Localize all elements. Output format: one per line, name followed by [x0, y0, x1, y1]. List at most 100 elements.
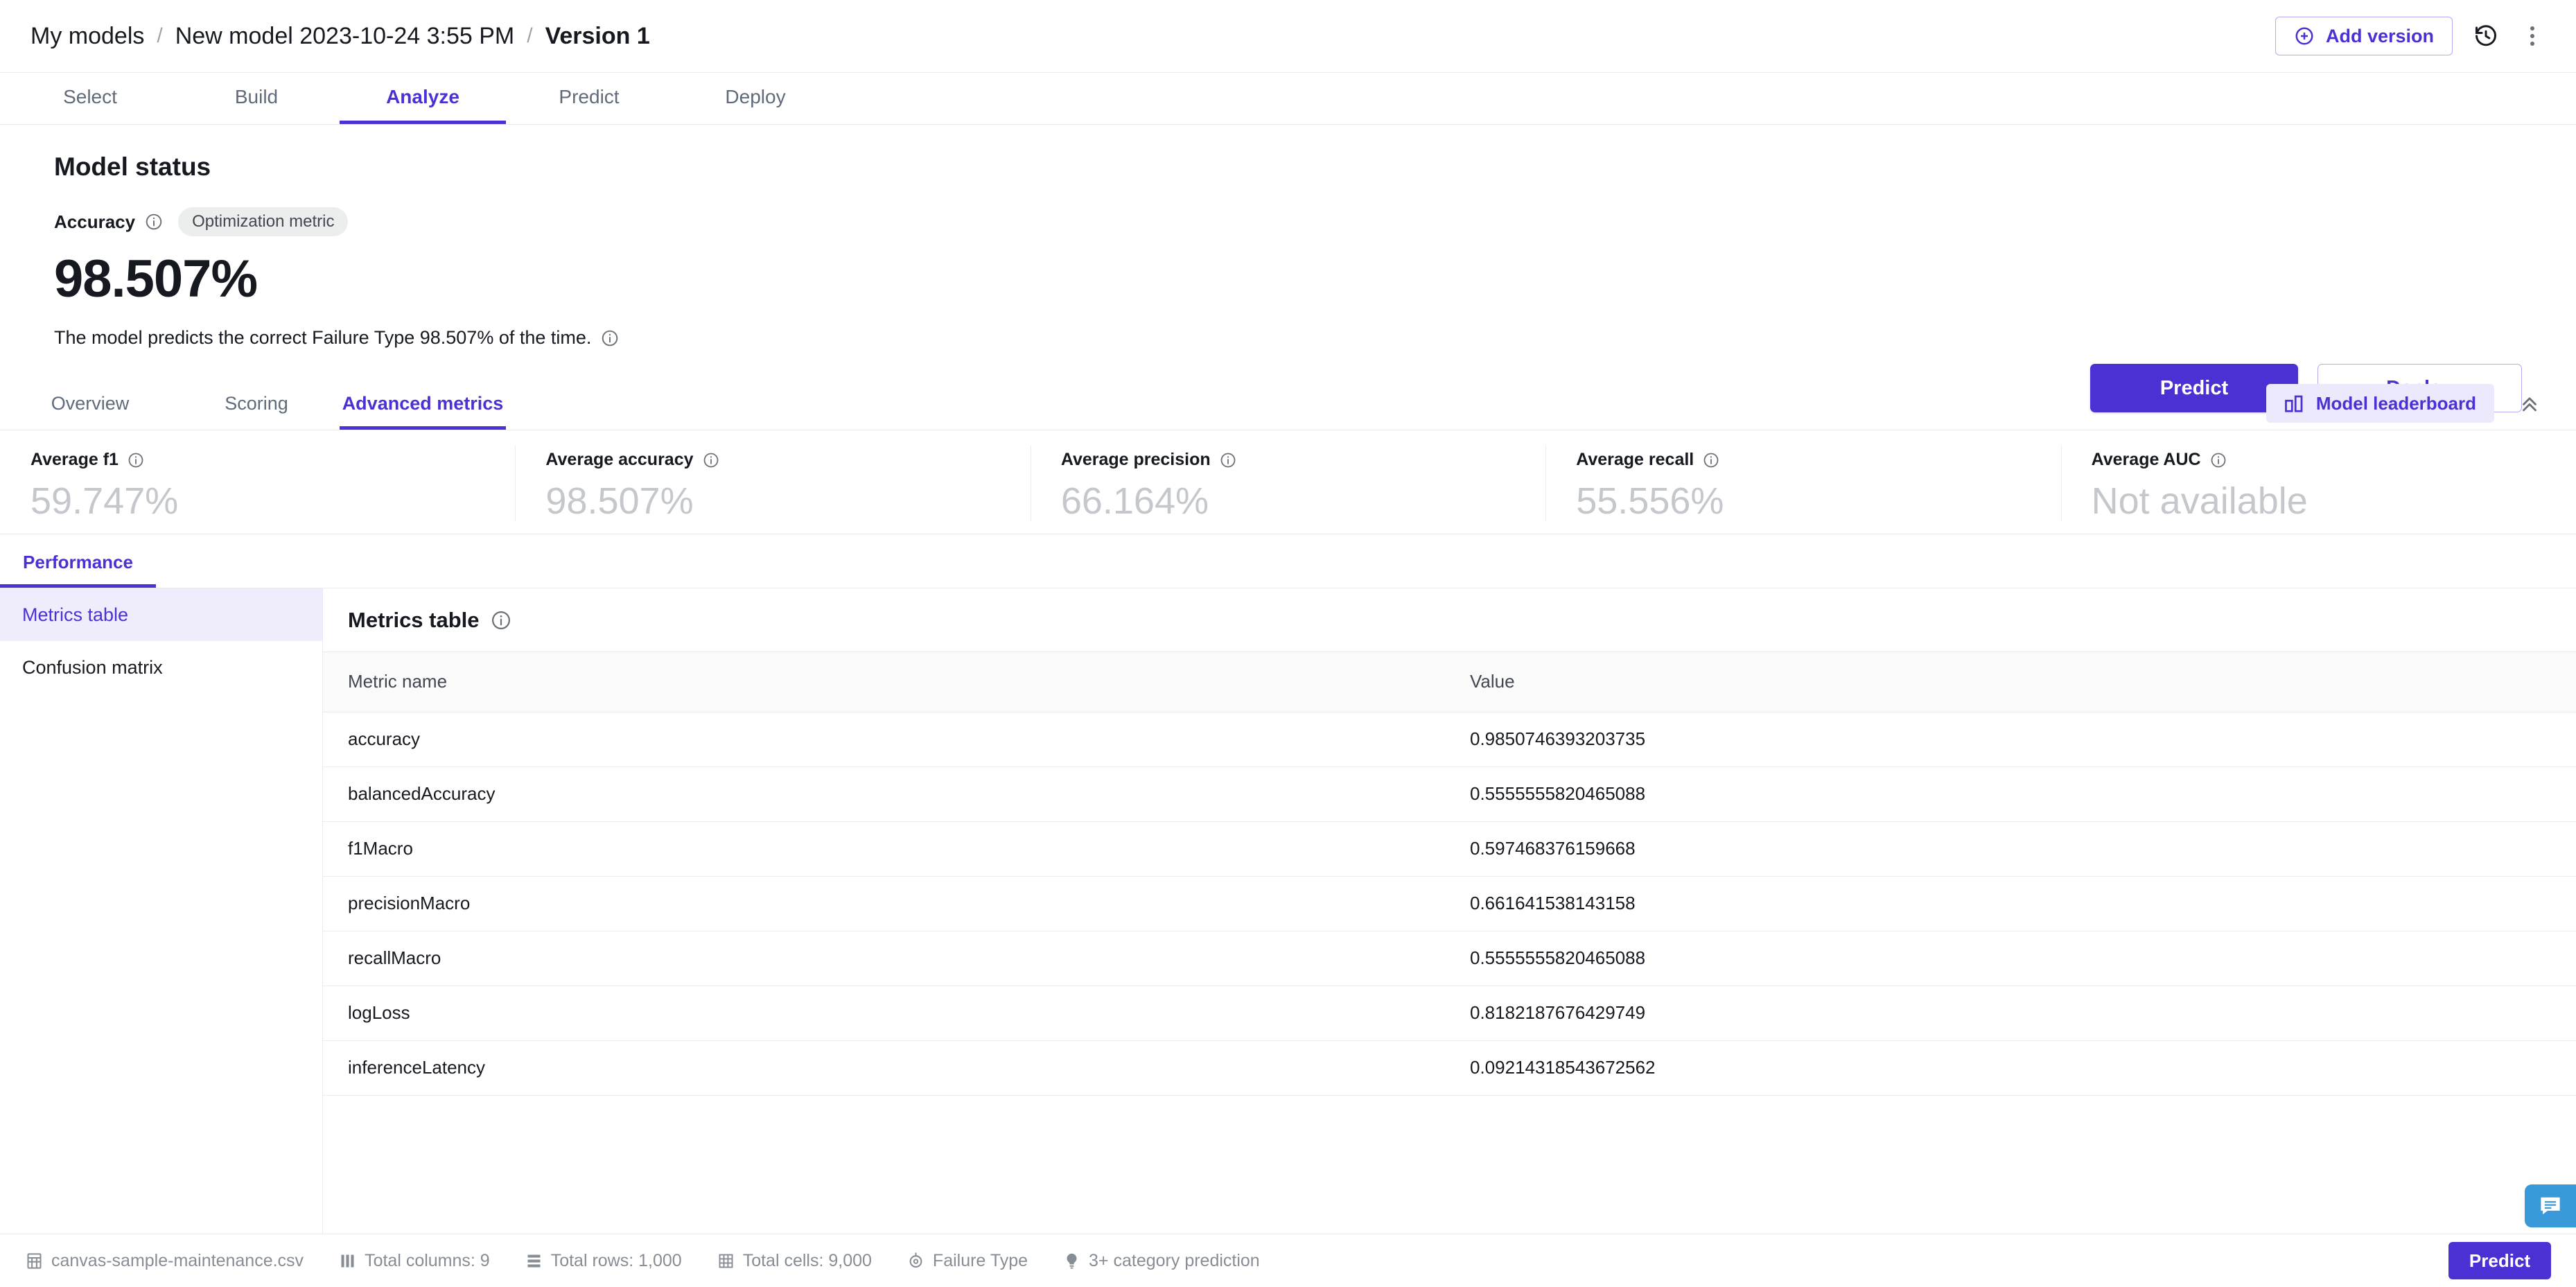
- tab-select[interactable]: Select: [7, 86, 173, 124]
- column-header-value[interactable]: Value: [1470, 652, 2576, 712]
- table-row: f1Macro 0.597468376159668: [323, 821, 2576, 877]
- canvas-model-analyze-page: My models / New model 2023-10-24 3:55 PM…: [0, 0, 2576, 1287]
- bulb-icon: [1062, 1252, 1081, 1270]
- table-row: logLoss 0.8182187676429749: [323, 986, 2576, 1041]
- chat-widget-button[interactable]: [2525, 1184, 2576, 1227]
- tab-deploy[interactable]: Deploy: [672, 86, 839, 124]
- metric-card-label: Average recall: [1576, 450, 1694, 469]
- table-row: inferenceLatency 0.09214318543672562: [323, 1040, 2576, 1096]
- chat-icon: [2541, 1197, 2560, 1215]
- optimization-metric-badge: Optimization metric: [178, 207, 349, 236]
- metrics-table: Metric name Value accuracy 0.98507463932…: [323, 652, 2576, 1096]
- status-dataset-label: canvas-sample-maintenance.csv: [51, 1250, 304, 1270]
- double-chevron-up-icon[interactable]: [2518, 392, 2541, 415]
- rows-icon: [525, 1252, 543, 1270]
- metric-card-label: Average f1: [30, 450, 119, 469]
- table-row: accuracy 0.9850746393203735: [323, 712, 2576, 767]
- info-icon[interactable]: [2210, 452, 2227, 469]
- cell-metric-name: logLoss: [323, 986, 1470, 1041]
- main-tab-bar: Select Build Analyze Predict Deploy: [0, 73, 2576, 125]
- status-cells-label: Total cells: 9,000: [742, 1250, 872, 1270]
- add-version-button[interactable]: Add version: [2275, 17, 2453, 55]
- status-bar: canvas-sample-maintenance.csv Total colu…: [0, 1234, 2576, 1287]
- kebab-menu-icon[interactable]: [2519, 23, 2546, 49]
- performance-tab-bar: Performance: [0, 534, 2576, 588]
- breadcrumb-root[interactable]: My models: [30, 23, 144, 50]
- model-leaderboard-button[interactable]: Model leaderboard: [2266, 384, 2494, 423]
- tab-performance[interactable]: Performance: [0, 552, 156, 588]
- metric-card-header: Average f1: [30, 450, 515, 470]
- metric-card-label: Average accuracy: [545, 450, 694, 469]
- breadcrumb: My models / New model 2023-10-24 3:55 PM…: [30, 23, 650, 50]
- tab-predict[interactable]: Predict: [506, 86, 672, 124]
- accuracy-value: 98.507%: [54, 249, 258, 308]
- cells-icon: [717, 1252, 735, 1270]
- cell-metric-name: recallMacro: [323, 931, 1470, 986]
- metric-card-label: Average precision: [1060, 450, 1211, 469]
- dataset-icon: [25, 1252, 44, 1270]
- table-header: Metric name Value: [323, 652, 2576, 712]
- status-columns-label: Total columns: 9: [365, 1250, 490, 1270]
- metric-card-label: Average AUC: [2091, 450, 2201, 469]
- cell-metric-value: 0.661641538143158: [1470, 876, 2576, 931]
- cell-metric-value: 0.597468376159668: [1470, 821, 2576, 877]
- sidebar-item-confusion-matrix[interactable]: Confusion matrix: [0, 641, 322, 694]
- metric-card-header: Average accuracy: [545, 450, 1030, 470]
- cell-metric-value: 0.9850746393203735: [1470, 712, 2576, 767]
- tab-build[interactable]: Build: [173, 86, 340, 124]
- info-icon[interactable]: [145, 213, 163, 231]
- subtab-scoring[interactable]: Scoring: [173, 393, 340, 430]
- accuracy-description: The model predicts the correct Failure T…: [54, 327, 2522, 349]
- content-area: Metrics table Confusion matrix Metrics t…: [0, 588, 2576, 1234]
- predict-button-footer[interactable]: Predict: [2448, 1242, 2551, 1279]
- panel-header: Metrics table: [323, 588, 2576, 652]
- cell-metric-name: f1Macro: [323, 821, 1470, 877]
- sub-tab-bar: Overview Scoring Advanced metrics Model …: [0, 376, 2576, 430]
- table-header-row: Metric name Value: [323, 652, 2576, 712]
- status-columns: Total columns: 9: [338, 1251, 490, 1271]
- sidebar-item-metrics-table[interactable]: Metrics table: [0, 588, 322, 641]
- metric-card-value: Not available: [2091, 480, 2308, 522]
- status-target: Failure Type: [906, 1251, 1028, 1271]
- panel-title: Metrics table: [348, 607, 480, 632]
- tab-analyze[interactable]: Analyze: [340, 86, 506, 124]
- info-icon[interactable]: [1703, 452, 1719, 469]
- cell-metric-value: 0.5555555820465088: [1470, 767, 2576, 822]
- accuracy-description-text: The model predicts the correct Failure T…: [54, 327, 592, 348]
- cell-metric-name: accuracy: [323, 712, 1470, 767]
- breadcrumb-model[interactable]: New model 2023-10-24 3:55 PM: [175, 23, 515, 50]
- columns-icon: [338, 1252, 357, 1270]
- cell-metric-name: balancedAccuracy: [323, 767, 1470, 822]
- info-icon[interactable]: [128, 452, 144, 469]
- table-row: precisionMacro 0.661641538143158: [323, 876, 2576, 931]
- status-prediction-type-label: 3+ category prediction: [1089, 1250, 1260, 1270]
- metric-card-average-accuracy: Average accuracy 98.507%: [515, 430, 1030, 534]
- status-cells: Total cells: 9,000: [717, 1251, 872, 1271]
- table-body: accuracy 0.9850746393203735 balancedAccu…: [323, 712, 2576, 1096]
- info-icon[interactable]: [491, 610, 511, 631]
- metrics-table-panel: Metrics table Metric name Value accuracy…: [323, 588, 2576, 1234]
- breadcrumb-separator: /: [157, 24, 163, 47]
- metric-card-average-precision: Average precision 66.164%: [1030, 430, 1545, 534]
- history-icon[interactable]: [2473, 24, 2498, 49]
- model-status-section: Model status Accuracy Optimization metri…: [0, 125, 2576, 412]
- status-rows: Total rows: 1,000: [525, 1251, 682, 1271]
- cell-metric-name: inferenceLatency: [323, 1040, 1470, 1096]
- cell-metric-value: 0.8182187676429749: [1470, 986, 2576, 1041]
- subtab-overview[interactable]: Overview: [7, 393, 173, 430]
- info-icon[interactable]: [601, 329, 619, 347]
- top-bar: My models / New model 2023-10-24 3:55 PM…: [0, 0, 2576, 73]
- info-icon[interactable]: [703, 452, 719, 469]
- info-icon[interactable]: [1220, 452, 1236, 469]
- breadcrumb-separator: /: [527, 24, 533, 47]
- subtab-advanced-metrics[interactable]: Advanced metrics: [340, 393, 506, 430]
- bar-chart-icon: [2284, 394, 2305, 413]
- metric-card-value: 59.747%: [30, 480, 179, 522]
- column-header-metric-name[interactable]: Metric name: [323, 652, 1470, 712]
- metric-cards-strip: Average f1 59.747% Average accuracy 98.5…: [0, 430, 2576, 534]
- accuracy-label: Accuracy: [54, 211, 136, 232]
- metric-card-value: 66.164%: [1060, 480, 1209, 522]
- model-status-title: Model status: [54, 152, 211, 181]
- add-version-label: Add version: [2325, 25, 2434, 46]
- cell-metric-value: 0.5555555820465088: [1470, 931, 2576, 986]
